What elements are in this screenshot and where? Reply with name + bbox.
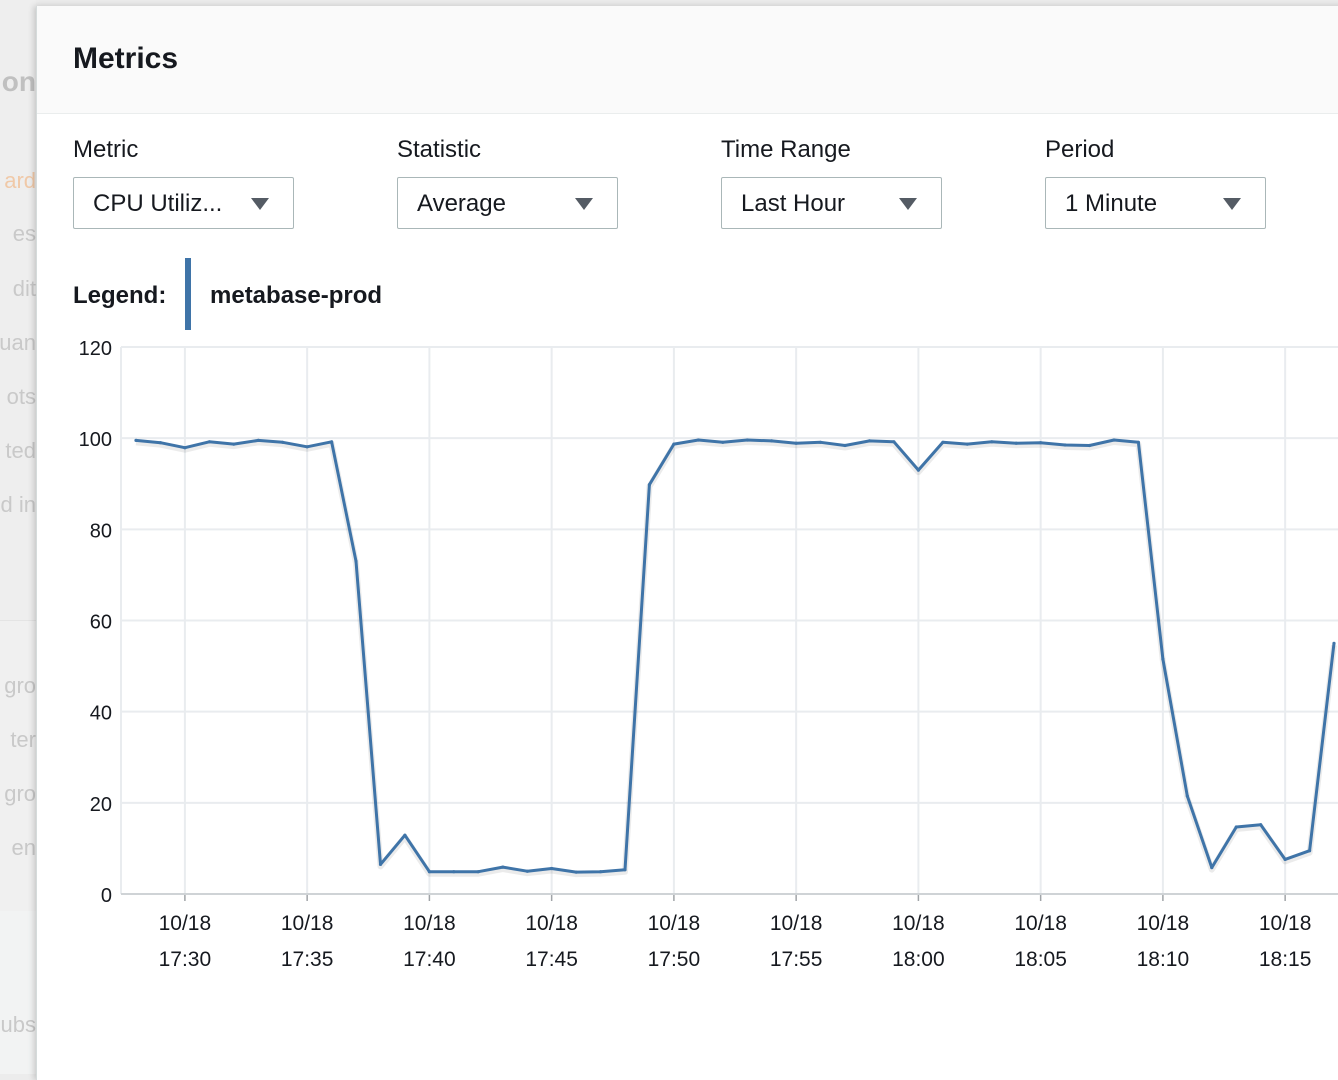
x-tick-time-label: 17:35	[281, 948, 334, 971]
cpu-utilization-chart: 0 20 40 60 80 100 120 10/18 17:30 10/18 17:35 10/18…	[79, 338, 1338, 971]
x-tick-time-label: 17:40	[403, 948, 456, 971]
data-point	[1039, 441, 1043, 445]
data-point	[305, 445, 309, 449]
y-tick-label: 60	[90, 612, 112, 634]
data-point	[1259, 823, 1263, 827]
data-point	[867, 439, 872, 443]
data-point	[476, 870, 480, 874]
series-line-metabase-prod	[135, 438, 1336, 874]
background-text: gro	[4, 781, 36, 806]
metrics-modal: Metrics Metric CPU Utiliz... Statistic A…	[36, 6, 1338, 1080]
x-tick-date-label: 10/18	[892, 912, 945, 935]
background-text: d in	[0, 492, 36, 517]
data-point	[1210, 866, 1214, 870]
data-point	[1161, 657, 1165, 661]
data-point	[403, 833, 407, 837]
x-tick-time-label: 18:10	[1137, 948, 1190, 971]
data-point	[1308, 849, 1312, 853]
data-point	[550, 866, 554, 871]
x-tick-date-label: 10/18	[281, 912, 334, 935]
data-point	[1234, 825, 1238, 829]
background-text: en	[11, 835, 36, 860]
data-point	[281, 440, 285, 444]
data-point	[598, 870, 603, 874]
data-point	[916, 468, 921, 472]
data-point	[745, 438, 749, 442]
data-point	[183, 446, 187, 450]
data-point	[892, 440, 896, 444]
x-tick-date-label: 10/18	[403, 912, 456, 935]
data-point	[158, 441, 163, 445]
background-page: on ard es dit uan ots ted d in gro ter g…	[0, 0, 36, 1074]
data-point	[819, 440, 823, 444]
data-point	[721, 440, 725, 444]
x-tick-time-label: 17:45	[525, 948, 578, 971]
y-tick-label: 0	[101, 885, 112, 907]
series-line-shadow	[135, 439, 1337, 878]
x-tick-date-label: 10/18	[770, 912, 823, 935]
x-tick-time-label: 18:15	[1259, 948, 1312, 971]
data-point	[1332, 641, 1336, 645]
data-point	[794, 441, 798, 445]
data-point	[574, 870, 578, 874]
background-text: uan	[0, 330, 36, 355]
background-text: on	[1, 66, 36, 97]
x-tick-time-label: 18:05	[1014, 948, 1067, 971]
x-tick-date-label: 10/18	[159, 912, 212, 935]
data-point	[1063, 443, 1067, 447]
background-text: ots	[6, 384, 36, 409]
background-text: ter	[10, 727, 36, 752]
background-panel-lower	[0, 620, 36, 911]
x-tick-date-label: 10/18	[525, 912, 578, 935]
data-point	[1112, 438, 1116, 442]
x-tick-time-label: 18:00	[892, 948, 945, 971]
x-tick-time-label: 17:55	[770, 948, 823, 971]
data-point	[256, 438, 260, 442]
data-point	[647, 483, 652, 487]
data-point	[501, 865, 505, 869]
data-point	[134, 438, 138, 442]
y-tick-label: 80	[90, 520, 112, 542]
y-tick-label: 100	[79, 429, 112, 451]
y-tick-label: 120	[79, 338, 112, 360]
data-point	[1283, 857, 1287, 862]
data-point	[525, 869, 529, 873]
data-point	[941, 440, 945, 444]
data-point	[1014, 441, 1018, 445]
background-text: ard	[4, 168, 36, 193]
data-point	[965, 442, 969, 446]
x-tick-time-label: 17:30	[159, 948, 212, 971]
data-point	[207, 440, 211, 444]
data-point	[1136, 440, 1140, 444]
background-text: ted	[5, 438, 36, 463]
data-point	[452, 870, 456, 874]
x-tick-date-label: 10/18	[1137, 912, 1190, 935]
data-point	[990, 440, 994, 444]
y-tick-label: 20	[90, 794, 112, 816]
data-point	[232, 442, 236, 446]
background-text: ubs	[0, 1012, 36, 1037]
data-point	[623, 868, 627, 872]
background-text: es	[12, 221, 36, 246]
data-point	[770, 439, 774, 443]
data-point	[1185, 794, 1189, 798]
x-tick-time-label: 17:50	[648, 948, 701, 971]
data-point	[354, 559, 358, 563]
data-point	[672, 442, 676, 446]
data-point	[378, 862, 383, 867]
x-tick-date-label: 10/18	[1014, 912, 1067, 935]
data-point	[696, 438, 701, 442]
data-point	[1087, 443, 1092, 448]
y-tick-label: 40	[90, 703, 112, 725]
x-tick-date-label: 10/18	[648, 912, 701, 935]
x-tick-date-label: 10/18	[1259, 912, 1312, 935]
data-point	[330, 440, 334, 444]
background-text: dit	[12, 276, 36, 301]
background-text: gro	[4, 673, 36, 698]
data-point	[843, 443, 847, 448]
data-point	[427, 870, 431, 874]
